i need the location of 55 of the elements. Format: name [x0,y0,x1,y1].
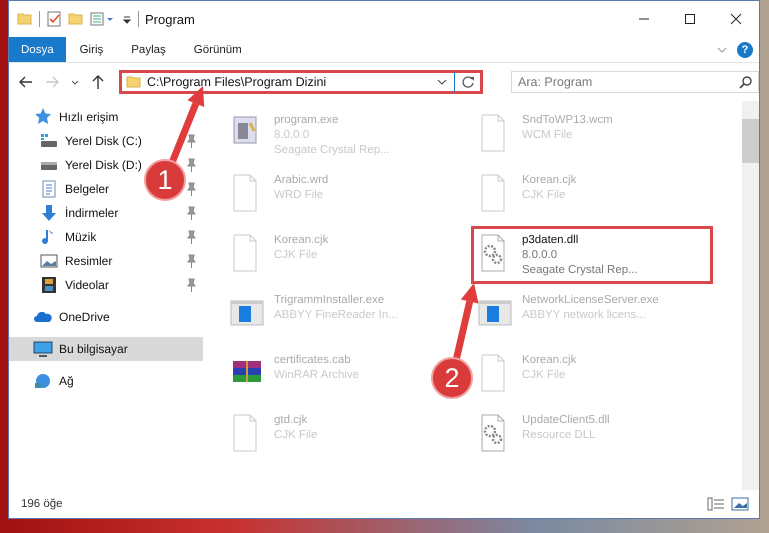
sidebar-item[interactable]: Bu bilgisayar [9,337,203,361]
sidebar-item[interactable]: OneDrive [9,305,114,329]
pin-icon[interactable] [185,278,197,292]
pin-icon[interactable] [185,230,197,244]
details-view-icon[interactable] [707,496,725,512]
search-field[interactable]: Ara: Program [511,71,759,93]
view-options-icon[interactable] [90,11,116,27]
download-icon [39,203,59,223]
file-name: Korean.cjk [522,173,576,188]
file-name: certificates.cab [274,353,352,368]
refresh-icon[interactable] [460,74,476,90]
videos-icon [39,275,59,295]
large-icons-view-icon[interactable] [731,496,749,512]
address-path[interactable]: C:\Program Files\Program Dizini [147,75,430,89]
scrollbar[interactable] [742,101,759,490]
pin-icon[interactable] [185,134,197,148]
file-item[interactable]: p3daten.dll 8.0.0.0 Seagate Crystal Rep... [471,226,713,284]
sidebar-item[interactable]: Resimler [9,249,116,273]
item-count: 196 öğe [21,498,63,510]
sidebar-item[interactable]: Yerel Disk (C:) [9,129,146,153]
pin-icon[interactable] [185,182,197,196]
star-icon [33,107,53,127]
properties-icon[interactable] [46,11,62,27]
sidebar-item[interactable]: Hızlı erişim [9,105,122,129]
file-name: UpdateClient5.dll [522,413,610,428]
sidebar-item[interactable]: Ağ [9,369,78,393]
sidebar-item[interactable]: İndirmeler [9,201,122,225]
file-name: gtd.cjk [274,413,308,428]
network-icon [33,371,53,391]
sidebar-item[interactable]: Müzik [9,225,100,249]
folder-icon [126,74,142,90]
file-detail: Seagate Crystal Rep... [522,263,638,278]
address-field[interactable]: C:\Program Files\Program Dizini [119,70,483,94]
file-name: p3daten.dll [522,233,580,248]
maximize-icon[interactable] [684,13,696,25]
file-name: Korean.cjk [274,233,328,248]
close-icon[interactable] [730,13,742,25]
pin-icon[interactable] [185,254,197,268]
file-name: Arabic.wrd [274,173,328,188]
ribbon-tab[interactable]: Dosya [9,37,66,62]
file-name: SndToWP13.wcm [522,113,613,128]
help-button[interactable]: ? [737,42,753,58]
file-name: Korean.cjk [522,353,576,368]
sidebar-item[interactable]: Belgeler [9,177,114,201]
file-name: TrigrammInstaller.exe [274,293,386,308]
file-name: program.exe [274,113,340,128]
file-name: NetworkLicenseServer.exe [522,293,659,308]
sidebar-item[interactable]: Videolar [9,273,113,297]
file-detail: 8.0.0.0 [522,248,558,263]
search-icon[interactable] [739,75,753,89]
pin-icon[interactable] [185,206,197,220]
pc-icon [33,339,53,359]
pin-icon[interactable] [185,158,197,172]
window-title: Program [145,12,196,26]
sidebar-item[interactable]: Yerel Disk (D:) [9,153,146,177]
